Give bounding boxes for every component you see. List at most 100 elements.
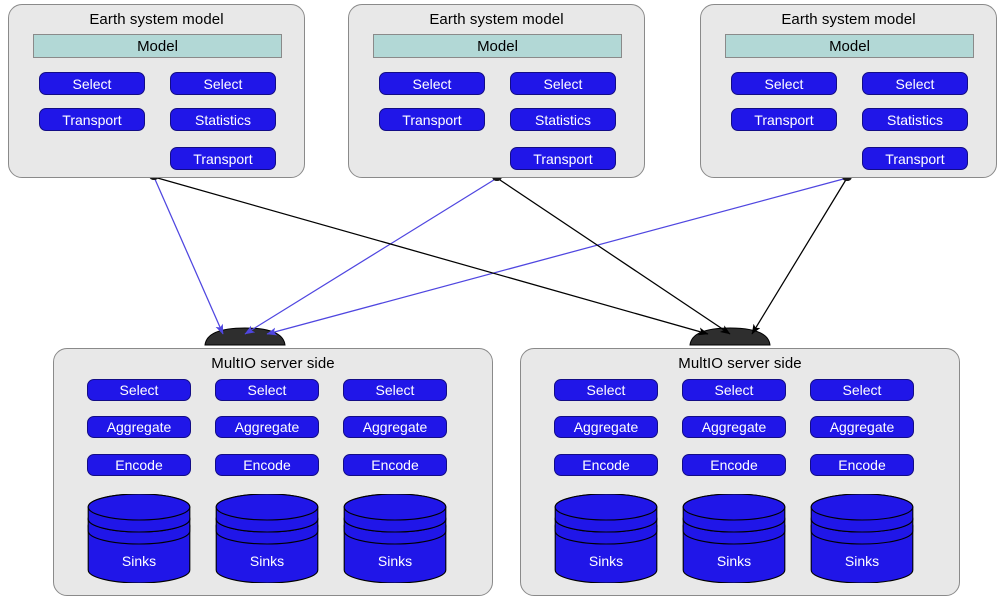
server-1-pipe-3-stage-3[interactable]: Encode xyxy=(343,454,447,476)
stage-label: Aggregate xyxy=(106,419,172,435)
stage-label: Select xyxy=(412,75,452,92)
client-panel-3: Earth system model Model Select Transport Se… xyxy=(700,4,997,178)
client-2-right-stage-2[interactable]: Statistics xyxy=(510,108,616,131)
stage-label: Encode xyxy=(582,457,630,473)
server-1-pipe-2-stage-3[interactable]: Encode xyxy=(215,454,319,476)
stage-label: Transport xyxy=(402,111,462,128)
stage-label: Statistics xyxy=(534,111,591,128)
stage-label: Select xyxy=(586,382,626,398)
client-panel-2: Earth system model Model Select Transport Se… xyxy=(348,4,645,178)
sinks-cylinder-1-1[interactable]: Sinks xyxy=(87,494,191,583)
server-2-pipe-2-stage-2[interactable]: Aggregate xyxy=(682,416,786,438)
client-1-right-stage-2[interactable]: Statistics xyxy=(170,108,276,131)
client-1-left-stage-1[interactable]: Select xyxy=(39,72,145,95)
stage-label: Aggregate xyxy=(701,419,767,435)
connection-client-3-to-server-2 xyxy=(751,177,848,335)
diagram-canvas: Earth system model Model Select Transport Se… xyxy=(0,0,1000,602)
server-hub-1 xyxy=(204,327,286,346)
model-bar: Model xyxy=(725,34,974,58)
stage-label: Encode xyxy=(710,457,758,473)
client-3-left-stage-1[interactable]: Select xyxy=(731,72,837,95)
server-2-pipe-1-stage-3[interactable]: Encode xyxy=(554,454,658,476)
server-panel-title: MultIO server side xyxy=(211,355,335,372)
stage-label: Transport xyxy=(533,150,593,167)
model-bar: Model xyxy=(373,34,622,58)
stage-label: Encode xyxy=(371,457,419,473)
model-bar-label: Model xyxy=(137,37,178,55)
connection-client-1-to-server-2 xyxy=(153,176,709,336)
stage-label: Select xyxy=(203,75,243,92)
client-2-right-stage-1[interactable]: Select xyxy=(510,72,616,95)
client-1-right-stage-3[interactable]: Transport xyxy=(170,147,276,170)
client-3-right-stage-3[interactable]: Transport xyxy=(862,147,968,170)
client-panel-title: Earth system model xyxy=(429,11,564,28)
client-3-left-stage-2[interactable]: Transport xyxy=(731,108,837,131)
stage-label: Transport xyxy=(885,150,945,167)
stage-label: Transport xyxy=(193,150,253,167)
server-2-pipe-3-stage-3[interactable]: Encode xyxy=(810,454,914,476)
server-1-pipe-1-stage-3[interactable]: Encode xyxy=(87,454,191,476)
server-2-pipe-1-stage-1[interactable]: Select xyxy=(554,379,658,401)
sinks-cylinder-1-3[interactable]: Sinks xyxy=(343,494,447,583)
stage-label: Aggregate xyxy=(573,419,639,435)
cylinder-shape xyxy=(554,494,658,583)
server-1-pipe-3-stage-2[interactable]: Aggregate xyxy=(343,416,447,438)
sinks-cylinder-2-1[interactable]: Sinks xyxy=(554,494,658,583)
stage-label: Encode xyxy=(115,457,163,473)
client-1-right-stage-1[interactable]: Select xyxy=(170,72,276,95)
cylinder-shape xyxy=(343,494,447,583)
stage-label: Transport xyxy=(754,111,814,128)
model-bar: Model xyxy=(33,34,282,58)
server-1-pipe-2-stage-2[interactable]: Aggregate xyxy=(215,416,319,438)
server-hub-2 xyxy=(689,327,771,346)
sinks-cylinder-2-2[interactable]: Sinks xyxy=(682,494,786,583)
stage-label: Statistics xyxy=(886,111,943,128)
client-2-left-stage-2[interactable]: Transport xyxy=(379,108,485,131)
server-2-pipe-1-stage-2[interactable]: Aggregate xyxy=(554,416,658,438)
cylinder-shape xyxy=(682,494,786,583)
stage-label: Encode xyxy=(243,457,291,473)
cylinder-shape xyxy=(810,494,914,583)
client-2-right-stage-3[interactable]: Transport xyxy=(510,147,616,170)
connection-client-1-to-server-1 xyxy=(153,176,224,335)
model-bar-label: Model xyxy=(477,37,518,55)
client-2-left-stage-1[interactable]: Select xyxy=(379,72,485,95)
server-2-pipe-2-stage-3[interactable]: Encode xyxy=(682,454,786,476)
sinks-cylinder-1-2[interactable]: Sinks xyxy=(215,494,319,583)
stage-label: Encode xyxy=(838,457,886,473)
stage-label: Select xyxy=(247,382,287,398)
server-1-pipe-2-stage-1[interactable]: Select xyxy=(215,379,319,401)
server-2-pipe-3-stage-2[interactable]: Aggregate xyxy=(810,416,914,438)
stage-label: Select xyxy=(895,75,935,92)
stage-label: Aggregate xyxy=(362,419,428,435)
server-2-pipe-3-stage-1[interactable]: Select xyxy=(810,379,914,401)
model-bar-label: Model xyxy=(829,37,870,55)
connection-client-2-to-server-2 xyxy=(496,177,731,335)
server-panel-2: MultIO server side Select Aggregate Encode S… xyxy=(520,348,960,596)
server-panel-title: MultIO server side xyxy=(678,355,802,372)
stage-label: Aggregate xyxy=(829,419,895,435)
stage-label: Select xyxy=(119,382,159,398)
client-panel-1: Earth system model Model Select Transport Se… xyxy=(8,4,305,178)
cylinder-shape xyxy=(215,494,319,583)
stage-label: Select xyxy=(72,75,112,92)
stage-label: Select xyxy=(842,382,882,398)
server-1-pipe-1-stage-2[interactable]: Aggregate xyxy=(87,416,191,438)
client-3-right-stage-2[interactable]: Statistics xyxy=(862,108,968,131)
client-3-right-stage-1[interactable]: Select xyxy=(862,72,968,95)
server-1-pipe-1-stage-1[interactable]: Select xyxy=(87,379,191,401)
server-panel-1: MultIO server side Select Aggregate Encode S… xyxy=(53,348,493,596)
client-panel-title: Earth system model xyxy=(89,11,224,28)
stage-label: Select xyxy=(714,382,754,398)
stage-label: Select xyxy=(543,75,583,92)
server-1-pipe-3-stage-1[interactable]: Select xyxy=(343,379,447,401)
stage-label: Select xyxy=(375,382,415,398)
connection-client-2-to-server-1 xyxy=(244,177,498,335)
server-2-pipe-2-stage-1[interactable]: Select xyxy=(682,379,786,401)
stage-label: Statistics xyxy=(194,111,251,128)
stage-label: Select xyxy=(764,75,804,92)
sinks-cylinder-2-3[interactable]: Sinks xyxy=(810,494,914,583)
cylinder-shape xyxy=(87,494,191,583)
client-1-left-stage-2[interactable]: Transport xyxy=(39,108,145,131)
connection-client-3-to-server-1 xyxy=(266,177,848,336)
